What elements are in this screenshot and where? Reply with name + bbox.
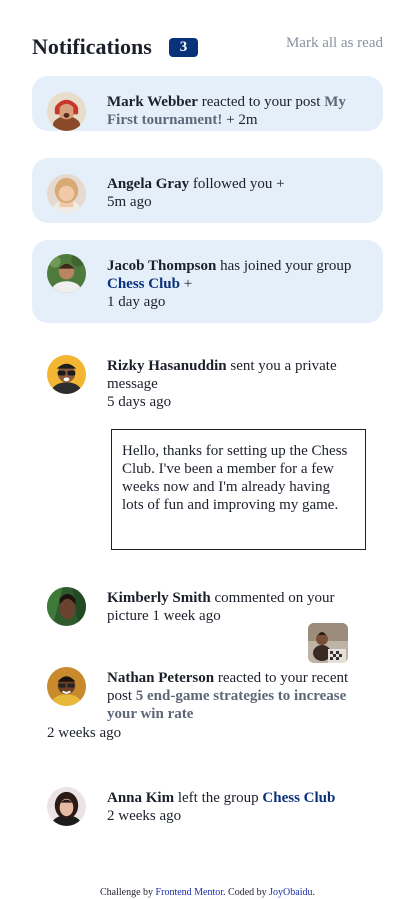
notification-user-name[interactable]: Nathan Peterson xyxy=(107,670,214,686)
notification-time: 5m ago xyxy=(107,194,152,210)
notification-post-link[interactable]: 5 end-game strategies to increase your w… xyxy=(107,688,346,722)
notification-unread-marker: + xyxy=(179,276,193,292)
notification-user-name[interactable]: Mark Webber xyxy=(107,94,198,110)
notification-group-link[interactable]: Chess Club xyxy=(262,790,335,806)
notification-time: 5 days ago xyxy=(107,394,172,410)
avatar-mark-webber[interactable] xyxy=(47,92,86,131)
notification-action: reacted to your post xyxy=(197,94,325,110)
notification-action: left the group xyxy=(174,790,263,806)
notification-item[interactable]: Rizky Hasanuddin sent you a private mess… xyxy=(32,340,383,420)
author-link[interactable]: JoyObaidu xyxy=(269,887,312,898)
avatar-nathan-peterson[interactable] xyxy=(47,667,86,706)
notification-action: has joined your group xyxy=(216,258,352,274)
notification-text: Anna Kim left the group Chess Club 2 wee… xyxy=(107,789,369,825)
notification-text: Nathan Peterson reacted to your recent p… xyxy=(107,669,369,723)
frontend-mentor-link[interactable]: Frontend Mentor xyxy=(156,887,224,898)
footer-suffix: . xyxy=(312,887,316,898)
avatar-angela-gray[interactable] xyxy=(47,174,86,213)
notification-user-name[interactable]: Kimberly Smith xyxy=(107,590,211,606)
mark-all-as-read-button[interactable]: Mark all as read xyxy=(286,33,383,53)
notification-action: followed you xyxy=(189,176,277,192)
avatar-jacob-thompson[interactable] xyxy=(47,254,86,293)
notification-time: 2 weeks ago xyxy=(47,725,122,741)
notification-time: 1 week ago xyxy=(152,608,221,624)
notification-user-name[interactable]: Anna Kim xyxy=(107,790,174,806)
notification-time: 2m xyxy=(238,112,258,128)
avatar-kimberly-smith[interactable] xyxy=(47,587,86,626)
notification-text: Rizky Hasanuddin sent you a private mess… xyxy=(107,357,369,411)
avatar-anna-kim[interactable] xyxy=(47,787,86,826)
notification-item[interactable]: Mark Webber reacted to your post My Firs… xyxy=(32,76,383,131)
footer-middle: . Coded by xyxy=(223,887,270,898)
notification-unread-marker: + xyxy=(222,112,239,128)
notification-unread-marker: + xyxy=(276,176,285,192)
avatar-rizky-hasanuddin[interactable] xyxy=(47,355,86,394)
notification-item[interactable]: Anna Kim left the group Chess Club 2 wee… xyxy=(32,772,383,832)
notification-item[interactable]: Jacob Thompson has joined your group Che… xyxy=(32,240,383,323)
notification-time: 1 day ago xyxy=(107,294,166,310)
footer-prefix: Challenge by xyxy=(100,887,156,898)
notification-user-name[interactable]: Angela Gray xyxy=(107,176,189,192)
notifications-page: Notifications 3 Mark all as read Mark We… xyxy=(0,0,415,899)
attribution-footer: Challenge by Frontend Mentor. Coded by J… xyxy=(0,886,415,899)
notification-text: Kimberly Smith commented on your picture… xyxy=(107,589,369,625)
page-title: Notifications xyxy=(32,34,152,59)
notification-user-name[interactable]: Jacob Thompson xyxy=(107,258,216,274)
notification-user-name[interactable]: Rizky Hasanuddin xyxy=(107,358,227,374)
notification-text: Angela Gray followed you + 5m ago xyxy=(107,175,369,211)
notification-time: 2 weeks ago xyxy=(107,808,182,824)
private-message-preview[interactable]: Hello, thanks for setting up the Chess C… xyxy=(111,429,366,550)
notification-item[interactable]: Angela Gray followed you + 5m ago xyxy=(32,158,383,223)
notifications-header: Notifications 3 Mark all as read xyxy=(32,32,383,62)
notification-group-link[interactable]: Chess Club xyxy=(107,276,180,292)
unread-count-badge: 3 xyxy=(169,38,198,57)
notification-item[interactable]: Nathan Peterson reacted to your recent p… xyxy=(32,652,383,744)
notification-text: Jacob Thompson has joined your group Che… xyxy=(107,257,369,311)
notification-text: Mark Webber reacted to your post My Firs… xyxy=(107,93,369,129)
